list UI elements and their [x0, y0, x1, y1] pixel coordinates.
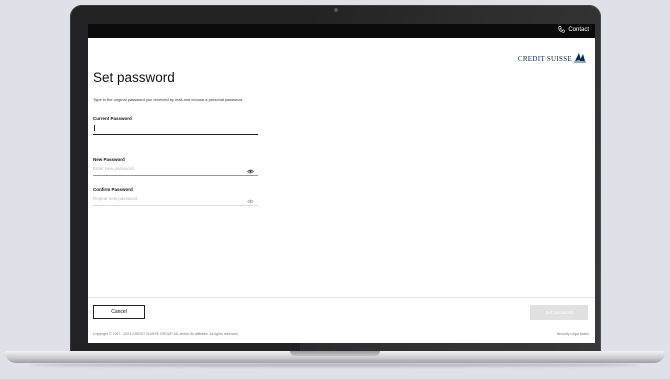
- confirm-password-label: Confirm Password: [93, 187, 133, 192]
- intro-text: Type in the original password you receiv…: [93, 97, 244, 102]
- phone-icon: [558, 26, 565, 33]
- new-password-label: New Password: [93, 157, 125, 162]
- eye-icon[interactable]: [247, 199, 254, 204]
- set-password-button[interactable]: Set password: [530, 305, 588, 320]
- copyright-text: Copyright © 1997 - 2024 CREDIT SUISSE GR…: [93, 332, 239, 336]
- confirm-password-underline: [93, 205, 258, 206]
- current-password-input[interactable]: [93, 125, 243, 130]
- confirm-password-field[interactable]: [93, 194, 243, 203]
- new-password-input[interactable]: [93, 166, 243, 171]
- laptop-shadow: [30, 363, 640, 367]
- screen: Contact CREDIT SUISSE Set password Type …: [88, 24, 595, 343]
- text-cursor: [94, 125, 95, 131]
- new-password-field[interactable]: [93, 164, 243, 173]
- new-password-underline: [93, 175, 258, 176]
- current-password-field[interactable]: [93, 123, 243, 132]
- page-title: Set password: [93, 70, 175, 85]
- confirm-password-input[interactable]: [93, 196, 243, 201]
- eye-icon[interactable]: [247, 169, 254, 174]
- current-password-label: Current Password: [93, 116, 132, 121]
- logo-text: CREDIT SUISSE: [517, 55, 572, 63]
- laptop-notch: [290, 351, 380, 356]
- contact-label: Contact: [568, 26, 589, 33]
- webcam: [334, 8, 338, 12]
- top-bar: Contact: [88, 24, 595, 38]
- divider: [88, 297, 595, 298]
- brand-logo: CREDIT SUISSE: [518, 52, 586, 63]
- footer-links[interactable]: Security Legal Notes: [557, 332, 589, 336]
- current-password-underline: [93, 134, 258, 135]
- contact-link[interactable]: Contact: [558, 26, 589, 33]
- cancel-button[interactable]: Cancel: [93, 305, 145, 319]
- sails-logo-icon: [574, 53, 586, 63]
